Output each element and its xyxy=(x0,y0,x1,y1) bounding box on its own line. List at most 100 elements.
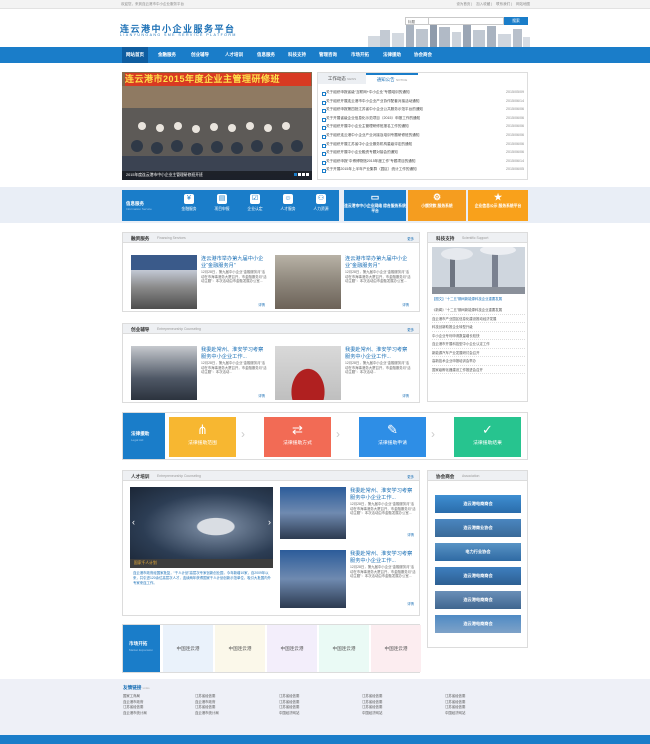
tech-list-item[interactable]: 高新技术企业申报培训会举办 xyxy=(432,357,525,366)
card-detail-link[interactable]: 详情 xyxy=(402,393,409,398)
friend-link[interactable]: 江苏省经信委 xyxy=(445,694,465,700)
law-scope-button[interactable]: ⋔ 法律援助范围 xyxy=(169,417,236,457)
card-detail-link[interactable]: 详情 xyxy=(407,532,414,537)
friend-link[interactable]: 江苏省经信委 xyxy=(279,694,299,700)
card-title[interactable]: 我委赴常州、淮安学习考察服务中小企业工作... xyxy=(350,551,416,564)
tab-notice[interactable]: 通知公告 NOTICE xyxy=(366,73,418,84)
tech-list-item[interactable]: 国家级孵化器建设工作推进会召开 xyxy=(432,366,525,374)
talent-card[interactable]: 我委赴常州、淮安学习考察服务中小企业工作... 12月28日，第九届中小企业“金… xyxy=(280,487,416,539)
add-favorite-link[interactable]: 加入收藏 xyxy=(476,2,490,6)
nav-home[interactable]: 网站首页 xyxy=(122,47,148,63)
promo-info-public[interactable]: ★ 企业信息公示 服务系统平台 xyxy=(468,190,528,221)
association-item[interactable]: 连云港电商商会 xyxy=(435,591,521,609)
contact-link[interactable]: 联系我们 xyxy=(496,2,510,6)
friend-link[interactable]: 江苏省经信委 xyxy=(279,705,299,711)
friend-link[interactable]: 江苏省经信委 xyxy=(195,694,219,700)
market-item[interactable]: 中国连云港 xyxy=(267,625,317,672)
law-method-button[interactable]: ⇄ 法律援助方式 xyxy=(264,417,331,457)
news-item-title[interactable]: 关于组织开展连云港市中小企业产业协作配套对接活动通知 xyxy=(326,99,486,104)
chevron-right-icon[interactable]: › xyxy=(268,517,271,527)
card-title[interactable]: 我委赴常州、淮安学习考察服务中小企业工作... xyxy=(345,347,411,360)
card-title[interactable]: 我委赴常州、淮安学习考察服务中小企业工作... xyxy=(201,347,267,360)
market-item[interactable]: 中国连云港 xyxy=(319,625,369,672)
service-finance[interactable]: ¥ 金融服务 xyxy=(174,193,204,212)
card-detail-link[interactable]: 详情 xyxy=(258,393,265,398)
talent-slideshow[interactable]: ‹ › xyxy=(130,487,273,559)
friend-link[interactable]: 中国经济网站 xyxy=(445,711,465,717)
search-input[interactable] xyxy=(429,17,504,25)
market-item[interactable]: 中国连云港 xyxy=(371,625,421,672)
news-item-title[interactable]: 关于组织开展江苏省中小企业服务机构星级评定的通知 xyxy=(326,142,486,147)
service-hr[interactable]: ⚇ 人力资源 xyxy=(306,193,336,212)
pager-dot[interactable] xyxy=(306,173,309,176)
talent-more-link[interactable]: 更多 xyxy=(407,474,414,479)
tech-list-item[interactable]: 连云港市开展科技型中小企业认定工作 xyxy=(432,340,525,349)
startup-more-link[interactable]: 更多 xyxy=(407,327,414,332)
news-item[interactable]: 关于组织申报省级“互联网+中小企业”专题培训的通知 2015/05/09 xyxy=(322,90,524,99)
tech-list-item[interactable]: 中小企业专利申请数量增长较快 xyxy=(432,332,525,340)
pager-dot[interactable] xyxy=(298,173,301,176)
tab-work-news[interactable]: 工作动态 NEWS xyxy=(318,73,366,84)
association-item[interactable]: 连云港电商商会 xyxy=(435,567,521,585)
service-certify[interactable]: ☑ 企业认定 xyxy=(240,193,270,212)
news-item[interactable]: 关于组织开展中小企业融资专题对接会的通知 2015/06/06 xyxy=(322,150,524,159)
card-title[interactable]: 连云港市举办第九届中小企业“金融服务月” xyxy=(345,256,411,269)
card-detail-link[interactable]: 详情 xyxy=(402,302,409,307)
news-item-title[interactable]: 关于开展省级企业信息化示范项目（2015）申报工作的通知 xyxy=(326,116,486,121)
news-item-title[interactable]: 关于组织申报第四批江苏省中小企业公共服务示范平台的通知 xyxy=(326,107,486,112)
news-item[interactable]: 关于组织开展连云港市中小企业产业协作配套对接活动通知 2015/06/14 xyxy=(322,99,524,108)
service-talent[interactable]: ☺ 人才服务 xyxy=(273,193,303,212)
startup-card[interactable]: 我委赴常州、淮安学习考察服务中小企业工作... 12月28日，第九届中小企业“金… xyxy=(131,346,267,400)
set-homepage-link[interactable]: 设为首页 xyxy=(456,2,470,6)
tech-headline[interactable]: 【图文】“十二五”期间新能源科技企业重要发展 xyxy=(432,296,525,301)
association-item[interactable]: 连云港电商商会 xyxy=(435,615,521,633)
nav-law[interactable]: 法律援助 xyxy=(377,47,407,63)
nav-talent[interactable]: 人才培训 xyxy=(218,47,250,63)
news-item[interactable]: 关于组织连云港中小企业产业对接及培训专题研修班的通知 2015/06/06 xyxy=(322,133,524,142)
card-title[interactable]: 我委赴常州、淮安学习考察服务中小企业工作... xyxy=(350,488,416,501)
pager-dot[interactable] xyxy=(302,173,305,176)
search-button[interactable]: 搜索 xyxy=(504,17,528,25)
association-item[interactable]: 连云港电商商会 xyxy=(435,495,521,513)
finance-card[interactable]: 连云港市举办第九届中小企业“金融服务月” 12月28日，第九届中小企业“金融服务… xyxy=(275,255,411,309)
friend-link[interactable]: 中国经济网站 xyxy=(362,711,382,717)
tech-list-item[interactable]: 连云港市产业园区信息化建设推动经济发展 xyxy=(432,315,525,323)
nav-finance[interactable]: 金融服务 xyxy=(152,47,182,63)
search-type-select[interactable]: 标题 xyxy=(405,17,429,25)
association-item[interactable]: 电力行业协会 xyxy=(435,543,521,561)
news-item-title[interactable]: 关于组织连云港中小企业产业对接及培训专题研修班的通知 xyxy=(326,133,486,138)
law-result-button[interactable]: ✓ 法律援助结果 xyxy=(454,417,521,457)
card-title[interactable]: 连云港市举办第九届中小企业“金融服务月” xyxy=(201,256,267,269)
chevron-left-icon[interactable]: ‹ xyxy=(132,517,135,527)
law-apply-button[interactable]: ✎ 法律援助申请 xyxy=(359,417,426,457)
news-item[interactable]: 关于组织申报“中博博物馆2015年度工作”专题项目的通知 2015/06/14 xyxy=(322,159,524,168)
news-item[interactable]: 关于开展省级企业信息化示范项目（2015）申报工作的通知 2015/06/06 xyxy=(322,116,524,125)
news-item-title[interactable]: 关于组织开展中小企业主管理研修班报名工作的通知 xyxy=(326,124,486,129)
pager-dot[interactable] xyxy=(294,173,297,176)
friend-link[interactable]: 江苏省经信委 xyxy=(123,705,147,711)
news-item-title[interactable]: 关于组织申报省级“互联网+中小企业”专题培训的通知 xyxy=(326,90,486,95)
news-item-title[interactable]: 关于开展2015年上半年产业集群（园区）统计工作的通知 xyxy=(326,167,486,172)
promo-microloan[interactable]: ⚙ 小额贷款 服务系统 xyxy=(408,190,466,221)
nav-consulting[interactable]: 管理咨询 xyxy=(313,47,343,63)
nav-market[interactable]: 市场开拓 xyxy=(344,47,376,63)
news-item[interactable]: 关于组织开展中小企业主管理研修班报名工作的通知 2015/06/06 xyxy=(322,124,524,133)
sitemap-link[interactable]: 网站地图 xyxy=(516,2,530,6)
friend-link[interactable]: 江苏省经信委 xyxy=(362,694,382,700)
friend-link[interactable]: 江苏省经信委 xyxy=(362,705,382,711)
association-item[interactable]: 连云港商业协会 xyxy=(435,519,521,537)
market-item[interactable]: 中国连云港 xyxy=(163,625,213,672)
nav-startup[interactable]: 创业辅导 xyxy=(184,47,216,63)
news-item[interactable]: 关于组织开展江苏省中小企业服务机构星级评定的通知 2015/06/06 xyxy=(322,142,524,151)
news-item-title[interactable]: 关于组织开展中小企业融资专题对接会的通知 xyxy=(326,150,486,155)
service-project[interactable]: ▤ 项目申报 xyxy=(207,193,237,212)
nav-info[interactable]: 信息服务 xyxy=(250,47,282,63)
friend-link[interactable]: 江苏省经信委 xyxy=(195,705,219,711)
promo-network-platform[interactable]: ▭ 连云港市中小企业网络 综合服务系统平台 xyxy=(344,190,406,221)
card-detail-link[interactable]: 详情 xyxy=(407,601,414,606)
tech-list-item[interactable]: 科技创新助推企业转型升级 xyxy=(432,323,525,332)
nav-tech[interactable]: 科技支持 xyxy=(282,47,312,63)
friend-link[interactable]: 中国经济网站 xyxy=(279,711,299,717)
finance-more-link[interactable]: 更多 xyxy=(407,236,414,241)
banner-carousel[interactable]: 连云港市2015年度企业主管理研修班 2015年度连云港市中小企业主管理研修班开… xyxy=(122,72,312,180)
